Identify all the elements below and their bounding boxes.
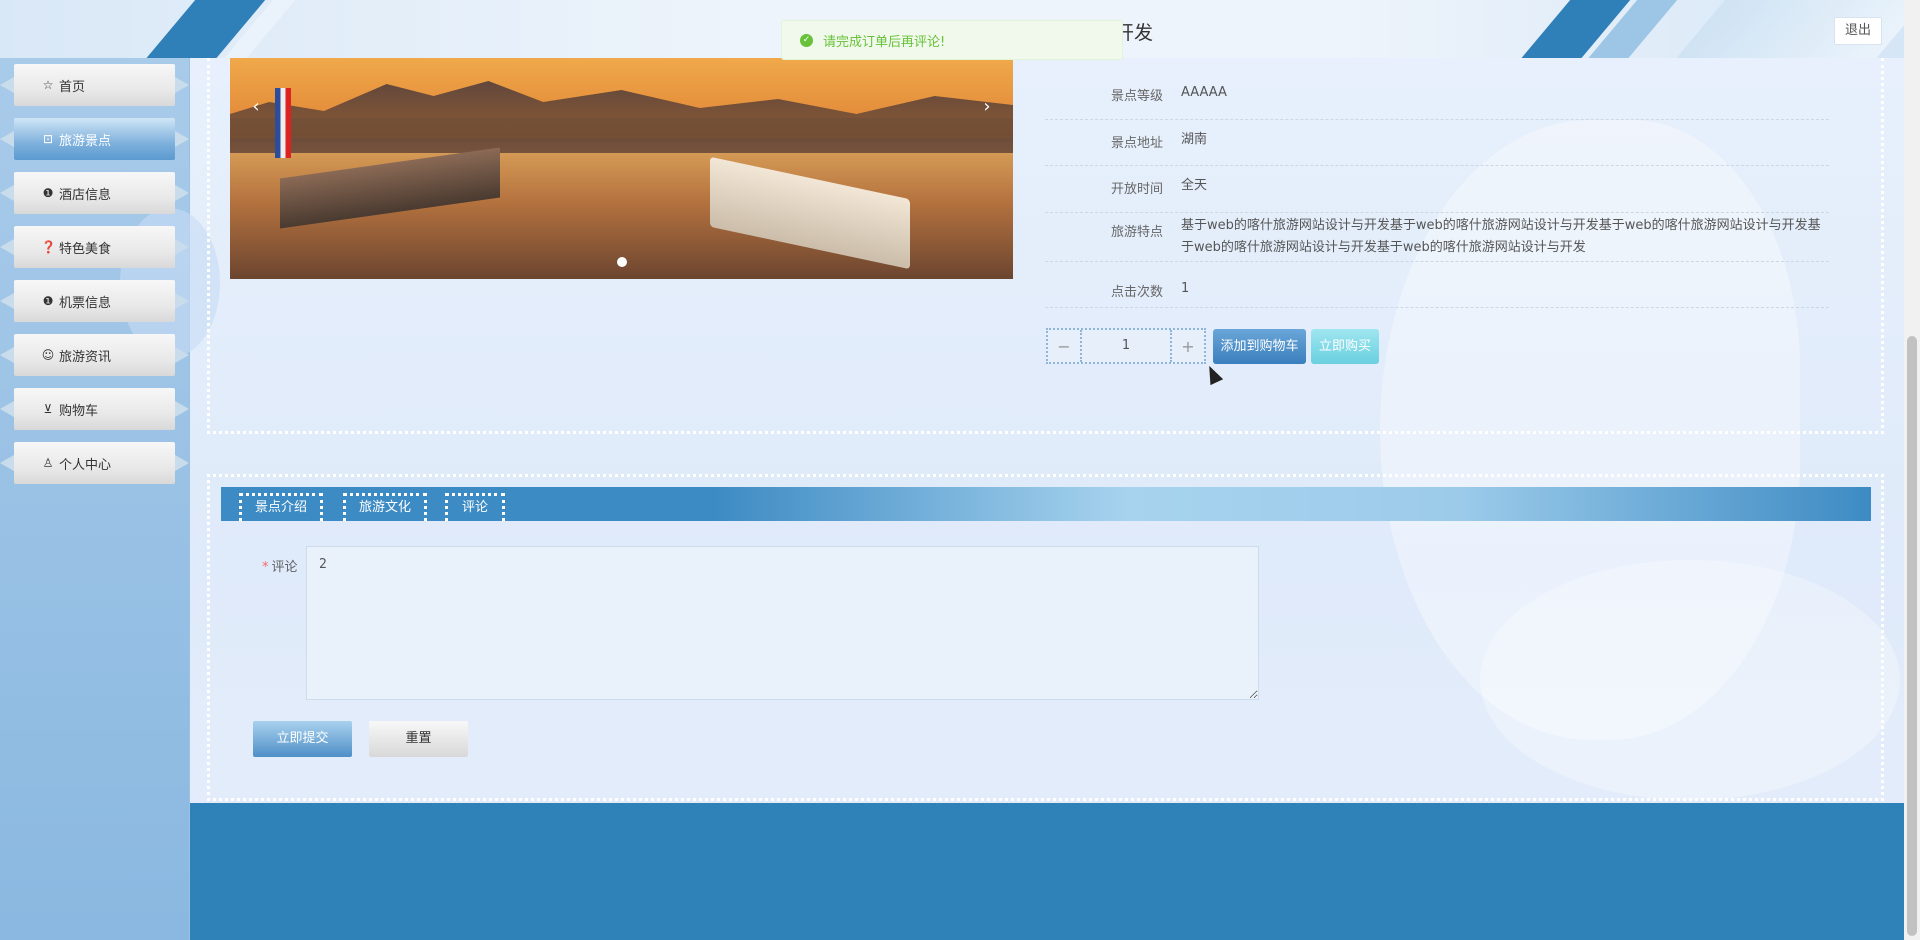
decrease-button[interactable]: −	[1048, 337, 1080, 356]
detail-row-clicks: 点击次数 1	[1045, 268, 1829, 308]
warning-toast: ✓ 请完成订单后再评论!	[781, 20, 1123, 60]
sidebar-item-label: 酒店信息	[59, 187, 112, 203]
detail-label: 旅游特点	[1110, 225, 1163, 240]
sidebar-item-news[interactable]: ☺ 旅游资讯	[0, 334, 189, 376]
buy-now-button[interactable]: 立即购买	[1311, 329, 1379, 364]
footer	[190, 803, 1904, 940]
carousel-next-button[interactable]: ›	[969, 89, 1005, 125]
bag-icon: ⊡	[42, 132, 54, 146]
comment-label-text: 评论	[271, 560, 298, 575]
required-mark: *	[262, 560, 269, 575]
sidebar-item-flights[interactable]: ❶ 机票信息	[0, 280, 189, 322]
scrollbar-thumb[interactable]	[1907, 336, 1917, 936]
user-icon: ♙	[42, 456, 54, 470]
detail-row-address: 景点地址 湖南	[1045, 120, 1829, 166]
page-scrollbar[interactable]	[1904, 0, 1920, 940]
detail-value: 全天	[1181, 178, 1208, 193]
sidebar-item-home[interactable]: ☆ 首页	[0, 64, 189, 106]
detail-value: AAAAA	[1181, 85, 1227, 100]
tab-comments[interactable]: 评论	[445, 493, 505, 521]
sidebar-item-profile[interactable]: ♙ 个人中心	[0, 442, 189, 484]
detail-value: 基于web的喀什旅游网站设计与开发基于web的喀什旅游网站设计与开发基于web的…	[1181, 218, 1821, 255]
sidebar-item-label: 特色美食	[59, 241, 112, 257]
tab-culture[interactable]: 旅游文化	[343, 493, 427, 521]
sidebar-item-label: 个人中心	[59, 457, 112, 473]
smile-icon: ☺	[41, 348, 55, 362]
submit-button[interactable]: 立即提交	[253, 721, 352, 757]
detail-row-features: 旅游特点 基于web的喀什旅游网站设计与开发基于web的喀什旅游网站设计与开发基…	[1045, 213, 1829, 262]
sidebar-item-label: 机票信息	[59, 295, 112, 311]
logout-button[interactable]: 退出	[1834, 17, 1882, 45]
cart-icon: ⊻	[43, 402, 53, 416]
check-circle-icon: ✓	[800, 33, 813, 47]
sidebar-item-hotels[interactable]: ❶ 酒店信息	[0, 172, 189, 214]
reset-button[interactable]: 重置	[369, 721, 468, 757]
detail-label: 景点等级	[1110, 89, 1163, 104]
quantity-input[interactable]: 1	[1080, 330, 1172, 362]
detail-value: 1	[1181, 281, 1190, 296]
quantity-stepper: − 1 +	[1046, 328, 1206, 364]
sidebar-item-label: 旅游景点	[59, 133, 112, 149]
detail-row-level: 景点等级 AAAAA	[1045, 73, 1829, 120]
question-circle-icon: ❓	[41, 240, 56, 254]
toast-message: 请完成订单后再评论!	[823, 34, 946, 50]
tab-bar: 景点介绍 旅游文化 评论	[221, 487, 1871, 521]
star-icon: ☆	[42, 78, 54, 92]
detail-label: 点击次数	[1110, 285, 1163, 300]
sidebar-item-label: 首页	[59, 79, 86, 95]
detail-value: 湖南	[1181, 132, 1208, 147]
carousel-prev-button[interactable]: ‹	[238, 89, 274, 125]
sidebar-item-label: 购物车	[59, 403, 99, 419]
increase-button[interactable]: +	[1172, 337, 1204, 356]
sidebar-item-cart[interactable]: ⊻ 购物车	[0, 388, 189, 430]
info-circle-icon: ❶	[42, 186, 54, 200]
sidebar-item-attractions[interactable]: ⊡ 旅游景点	[0, 118, 189, 160]
detail-label: 开放时间	[1110, 182, 1163, 197]
carousel-image-flag	[275, 88, 291, 158]
tab-introduction[interactable]: 景点介绍	[239, 493, 323, 521]
sidebar-item-food[interactable]: ❓ 特色美食	[0, 226, 189, 268]
sidebar-item-label: 旅游资讯	[59, 349, 112, 365]
detail-row-hours: 开放时间 全天	[1045, 166, 1829, 213]
carousel-indicator[interactable]	[617, 257, 627, 267]
add-to-cart-button[interactable]: 添加到购物车	[1213, 329, 1306, 364]
detail-label: 景点地址	[1110, 136, 1163, 151]
info-icon: ❶	[42, 294, 54, 308]
comment-label: * 评论	[262, 556, 298, 575]
image-carousel: ‹ ›	[230, 58, 1013, 279]
comment-textarea[interactable]: 2	[306, 546, 1259, 700]
